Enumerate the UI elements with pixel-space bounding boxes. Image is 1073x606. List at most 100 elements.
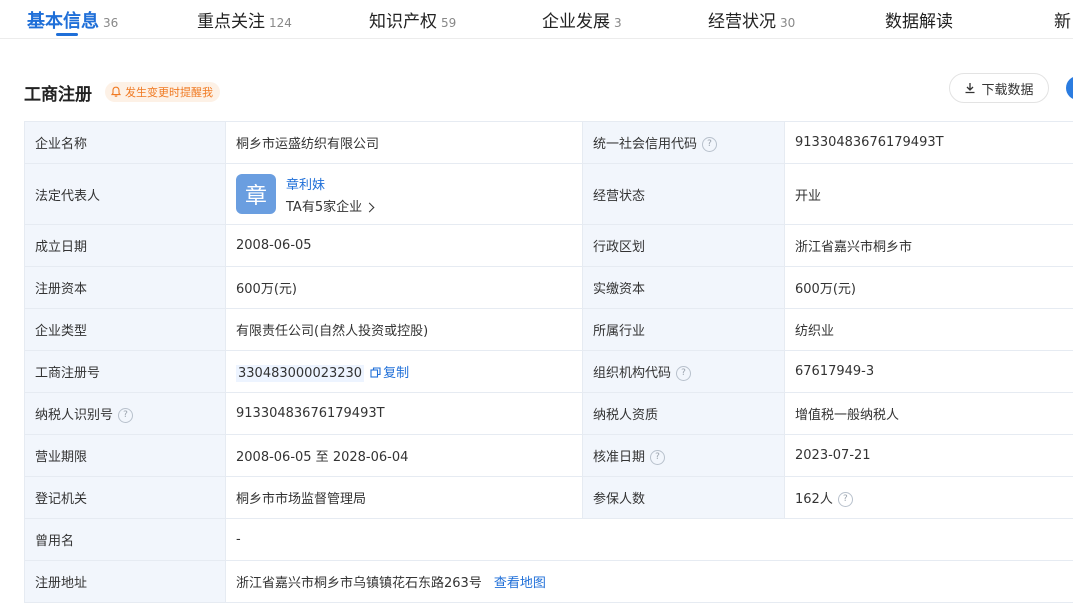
- org-code-label: 组织机构代码: [593, 366, 672, 381]
- business-registration-table: 企业名称 桐乡市运盛纺织有限公司 统一社会信用代码? 9133048367617…: [24, 121, 1073, 603]
- question-circle-icon[interactable]: ?: [676, 366, 692, 381]
- download-data-label: 下载数据: [981, 82, 1034, 98]
- table-row: 注册地址 浙江省嘉兴市桐乡市乌镇镇花石东路263号 查看地图: [24, 560, 1073, 603]
- credit-code-label-cell: 统一社会信用代码?: [582, 121, 785, 164]
- approve-date-value: 2023-07-21: [784, 434, 1073, 477]
- address-cell: 浙江省嘉兴市桐乡市乌镇镇花石东路263号 查看地图: [225, 560, 1073, 603]
- question-circle-icon[interactable]: ?: [650, 450, 666, 465]
- section-title: 工商注册: [24, 85, 92, 105]
- legal-rep-cell: 章 章利妹 TA有5家企业: [225, 163, 583, 225]
- reg-capital-label: 注册资本: [24, 266, 226, 309]
- org-code-value: 67617949-3: [784, 350, 1073, 393]
- side-action-icon[interactable]: [1066, 76, 1073, 100]
- download-data-button[interactable]: 下载数据: [949, 73, 1049, 103]
- founded-label: 成立日期: [24, 224, 226, 267]
- chevron-right-icon: [364, 202, 375, 212]
- industry-value: 纺织业: [784, 308, 1073, 351]
- table-row: 企业名称 桐乡市运盛纺织有限公司 统一社会信用代码? 9133048367617…: [24, 121, 1073, 164]
- legal-rep-companies-label: TA有5家企业: [286, 199, 363, 215]
- table-row: 企业类型 有限责任公司(自然人投资或控股) 所属行业 纺织业: [24, 308, 1073, 351]
- credit-code-label: 统一社会信用代码: [593, 137, 698, 152]
- former-name-value: -: [225, 518, 1073, 561]
- tab-label: 新: [1054, 12, 1071, 32]
- taxpayer-id-label-cell: 纳税人识别号?: [24, 392, 226, 435]
- top-tab-bar: 基本信息 36 重点关注 124 知识产权 59 企业发展 3 经营状况 30 数据解读 …: [0, 0, 1073, 39]
- legal-rep-label: 法定代表人: [24, 163, 226, 225]
- company-name-label: 企业名称: [24, 121, 226, 164]
- active-tab-indicator: [56, 33, 78, 36]
- insured-value: 162人: [795, 492, 833, 507]
- question-circle-icon[interactable]: ?: [702, 137, 718, 152]
- taxpayer-qual-label: 纳税人资质: [582, 392, 785, 435]
- legal-rep-name-link[interactable]: 章利妹: [286, 174, 373, 193]
- insured-cell: 162人?: [784, 476, 1073, 519]
- tab-news[interactable]: 新: [1054, 7, 1071, 32]
- industry-label: 所属行业: [582, 308, 785, 351]
- approve-date-label: 核准日期: [593, 450, 646, 465]
- tab-label: 基本信息: [27, 11, 99, 32]
- former-name-label: 曾用名: [24, 518, 226, 561]
- type-label: 企业类型: [24, 308, 226, 351]
- taxpayer-qual-value: 增值税一般纳税人: [784, 392, 1073, 435]
- status-value: 开业: [784, 163, 1073, 225]
- org-code-label-cell: 组织机构代码?: [582, 350, 785, 393]
- paid-capital-value: 600万(元): [784, 266, 1073, 309]
- taxpayer-id-label: 纳税人识别号: [35, 408, 114, 423]
- view-map-link[interactable]: 查看地图: [494, 576, 546, 591]
- table-row: 注册资本 600万(元) 实缴资本 600万(元): [24, 266, 1073, 309]
- tab-development[interactable]: 企业发展 3: [542, 7, 622, 32]
- change-reminder-button[interactable]: 发生变更时提醒我: [105, 82, 220, 102]
- download-icon: [965, 83, 975, 94]
- paid-capital-label: 实缴资本: [582, 266, 785, 309]
- tab-ip[interactable]: 知识产权 59: [369, 7, 457, 32]
- copy-icon: [370, 367, 381, 378]
- reg-capital-value: 600万(元): [225, 266, 583, 309]
- authority-label: 登记机关: [24, 476, 226, 519]
- table-row: 登记机关 桐乡市市场监督管理局 参保人数 162人?: [24, 476, 1073, 519]
- taxpayer-id-value: 91330483676179493T: [225, 392, 583, 435]
- region-value: 浙江省嘉兴市桐乡市: [784, 224, 1073, 267]
- insured-label: 参保人数: [582, 476, 785, 519]
- tab-count: 124: [269, 16, 292, 30]
- term-label: 营业期限: [24, 434, 226, 477]
- tab-operations[interactable]: 经营状况 30: [708, 7, 796, 32]
- tab-key-focus[interactable]: 重点关注 124: [197, 7, 292, 32]
- term-value: 2008-06-05 至 2028-06-04: [225, 434, 583, 477]
- tab-data-insight[interactable]: 数据解读: [885, 7, 953, 32]
- table-row: 曾用名 -: [24, 518, 1073, 561]
- table-row: 纳税人识别号? 91330483676179493T 纳税人资质 增值税一般纳税…: [24, 392, 1073, 435]
- avatar[interactable]: 章: [236, 174, 276, 214]
- reg-no-value: 330483000023230: [236, 365, 365, 382]
- question-circle-icon[interactable]: ?: [118, 408, 134, 423]
- bell-icon: [110, 86, 122, 97]
- type-value: 有限责任公司(自然人投资或控股): [225, 308, 583, 351]
- tab-label: 知识产权: [369, 12, 437, 32]
- address-value: 浙江省嘉兴市桐乡市乌镇镇花石东路263号: [236, 576, 482, 591]
- status-label: 经营状态: [582, 163, 785, 225]
- tab-count: 30: [780, 16, 796, 30]
- founded-value: 2008-06-05: [225, 224, 583, 267]
- tab-basic-info[interactable]: 基本信息 36: [27, 7, 119, 32]
- table-row: 营业期限 2008-06-05 至 2028-06-04 核准日期? 2023-…: [24, 434, 1073, 477]
- legal-rep-companies-link[interactable]: TA有5家企业: [286, 196, 375, 215]
- authority-value: 桐乡市市场监督管理局: [225, 476, 583, 519]
- table-row: 成立日期 2008-06-05 行政区划 浙江省嘉兴市桐乡市: [24, 224, 1073, 267]
- tab-count: 36: [103, 16, 119, 30]
- region-label: 行政区划: [582, 224, 785, 267]
- reg-no-label: 工商注册号: [24, 350, 226, 393]
- reg-no-cell: 330483000023230 复制: [225, 350, 583, 393]
- question-circle-icon[interactable]: ?: [837, 492, 853, 507]
- table-row: 工商注册号 330483000023230 复制 组织机构代码? 67617949…: [24, 350, 1073, 393]
- credit-code-value: 91330483676179493T: [784, 121, 1073, 164]
- tab-count: 59: [441, 16, 457, 30]
- tab-count: 3: [614, 16, 622, 30]
- tab-label: 企业发展: [542, 12, 610, 32]
- copy-label: 复制: [383, 366, 410, 381]
- company-name-value: 桐乡市运盛纺织有限公司: [225, 121, 583, 164]
- tab-label: 数据解读: [885, 12, 953, 32]
- change-reminder-label: 发生变更时提醒我: [125, 86, 213, 99]
- table-row: 法定代表人 章 章利妹 TA有5家企业 经营状态 开业: [24, 163, 1073, 225]
- copy-button[interactable]: 复制: [370, 366, 409, 381]
- tab-label: 重点关注: [197, 12, 265, 32]
- address-label: 注册地址: [24, 560, 226, 603]
